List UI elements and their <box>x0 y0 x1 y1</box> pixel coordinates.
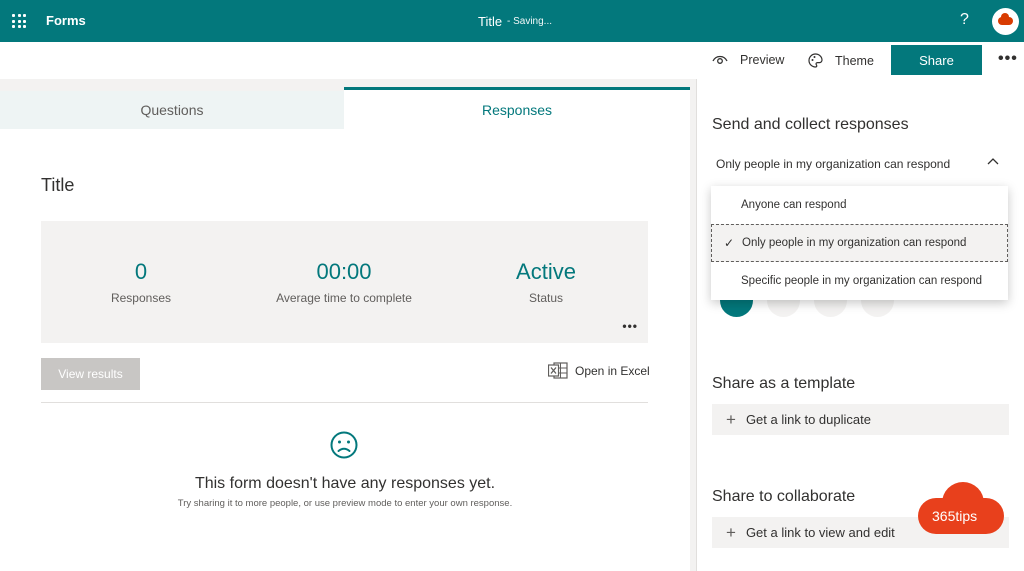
responses-panel: Title 0 Responses 00:00 Average time to … <box>0 129 690 571</box>
form-title: Title <box>41 175 75 195</box>
stats-more-icon[interactable]: ••• <box>622 319 638 333</box>
document-title[interactable]: Title <box>478 14 502 29</box>
app-header: Forms Title - Saving... ? <box>0 0 1024 42</box>
tab-questions[interactable]: Questions <box>0 91 344 129</box>
permission-select[interactable]: Only people in my organization can respo… <box>716 157 950 171</box>
view-results-button[interactable]: View results <box>41 358 140 390</box>
preview-button[interactable]: Preview <box>712 53 784 67</box>
watermark-text: 365tips <box>932 508 978 524</box>
app-name[interactable]: Forms <box>46 13 86 28</box>
stat-value: 00:00 <box>316 259 372 284</box>
stat-label: Responses <box>110 291 172 305</box>
sad-face-icon <box>330 431 358 459</box>
checkmark-icon: ✓ <box>724 236 735 250</box>
empty-state-title: This form doesn't have any responses yet… <box>194 475 496 492</box>
eye-icon <box>712 55 728 64</box>
option-label: Anyone can respond <box>741 199 847 211</box>
command-bar: Preview Theme <box>0 42 1024 79</box>
plus-icon: + <box>726 522 736 542</box>
theme-label: Theme <box>835 53 874 68</box>
duplicate-link-label: Get a link to duplicate <box>745 412 871 427</box>
send-collect-heading: Send and collect responses <box>712 116 909 133</box>
help-icon[interactable]: ? <box>960 11 969 29</box>
template-heading: Share as a template <box>712 375 856 392</box>
share-button[interactable]: Share <box>891 45 982 75</box>
divider <box>41 402 648 403</box>
stat-value: 0 <box>134 259 148 284</box>
chevron-up-icon[interactable] <box>987 157 999 165</box>
empty-state-subtitle: Try sharing it to more people, or use pr… <box>177 498 513 509</box>
palette-icon <box>808 53 823 68</box>
watermark-logo: 365tips <box>918 482 1004 534</box>
open-in-excel-label: Open in Excel <box>575 363 650 378</box>
edit-link-label: Get a link to view and edit <box>745 525 895 540</box>
stat-label: Status <box>528 291 564 305</box>
duplicate-link-button[interactable]: + Get a link to duplicate <box>712 404 1009 435</box>
saving-status: - Saving... <box>507 16 553 27</box>
permission-dropdown: Anyone can respond ✓ Only people in my o… <box>711 186 1008 300</box>
option-specific-people[interactable]: Specific people in my organization can r… <box>711 262 1008 300</box>
option-organization[interactable]: ✓ Only people in my organization can res… <box>711 224 1008 262</box>
app-launcher-icon[interactable] <box>12 14 26 28</box>
open-in-excel-button[interactable]: Open in Excel <box>548 362 650 379</box>
option-label: Only people in my organization can respo… <box>742 237 967 249</box>
office-cloud-icon <box>998 13 1013 25</box>
main-area: Questions Responses Title 0 Responses 00… <box>0 79 693 571</box>
excel-icon <box>548 362 568 379</box>
tab-responses[interactable]: Responses <box>344 87 690 129</box>
stat-responses: 0 Responses <box>89 259 193 305</box>
plus-icon: + <box>726 409 736 429</box>
theme-button[interactable]: Theme <box>808 53 874 68</box>
tab-bar: Questions Responses <box>0 87 690 129</box>
summary-stats: 0 Responses 00:00 Average time to comple… <box>41 221 648 343</box>
stat-label: Average time to complete <box>276 291 412 305</box>
stat-average-time: 00:00 Average time to complete <box>254 259 434 305</box>
preview-label: Preview <box>740 53 785 67</box>
option-anyone[interactable]: Anyone can respond <box>711 186 1008 224</box>
option-label: Specific people in my organization can r… <box>741 275 983 287</box>
stat-status: Active Status <box>496 259 596 305</box>
collaborate-heading: Share to collaborate <box>712 488 856 505</box>
avatar[interactable] <box>992 8 1019 35</box>
stat-value: Active <box>516 259 576 284</box>
more-options-icon[interactable]: ••• <box>998 50 1018 68</box>
